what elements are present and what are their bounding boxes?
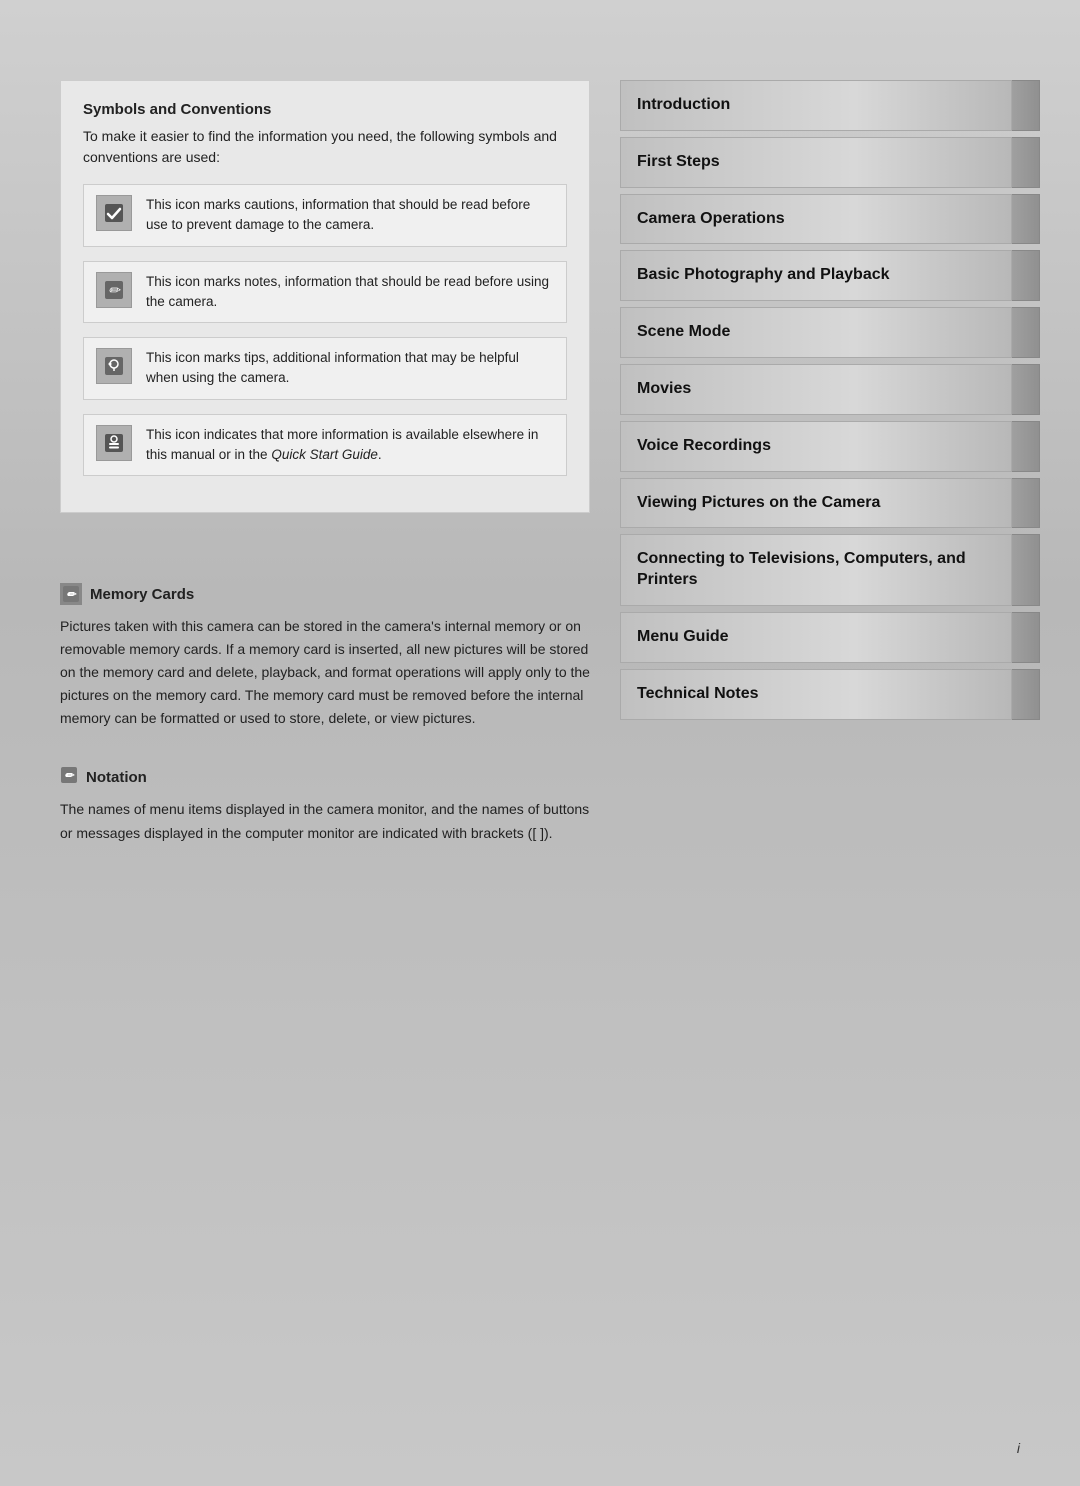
right-toc-column: Introduction First Steps Camera Operatio… — [620, 80, 1040, 1426]
notation-body: The names of menu items displayed in the… — [60, 798, 590, 844]
toc-item-voice-recordings[interactable]: Voice Recordings — [620, 421, 1040, 472]
toc-label-technical-notes: Technical Notes — [620, 669, 1012, 720]
symbols-title: Symbols and Conventions — [83, 101, 567, 118]
notation-heading: ✏ Notation — [60, 766, 590, 788]
toc-label-first-steps: First Steps — [620, 137, 1012, 188]
toc-item-scene-mode[interactable]: Scene Mode — [620, 307, 1040, 358]
notation-note-icon: ✏ — [60, 766, 78, 788]
toc-label-introduction: Introduction — [620, 80, 1012, 131]
toc-tab-connecting — [1012, 534, 1040, 606]
memory-heading-text: Memory Cards — [90, 586, 194, 603]
toc-item-technical-notes[interactable]: Technical Notes — [620, 669, 1040, 720]
tips-text: This icon marks tips, additional informa… — [146, 348, 554, 389]
notation-section: ✏ Notation The names of menu items displ… — [60, 766, 590, 844]
toc-tab-movies — [1012, 364, 1040, 415]
toc-tab-voice-recordings — [1012, 421, 1040, 472]
more-info-icon — [96, 425, 132, 461]
toc-item-viewing-pictures[interactable]: Viewing Pictures on the Camera — [620, 478, 1040, 529]
memory-section: ✏ Memory Cards Pictures taken with this … — [60, 583, 590, 730]
toc-label-viewing-pictures: Viewing Pictures on the Camera — [620, 478, 1012, 529]
toc-tab-technical-notes — [1012, 669, 1040, 720]
notation-heading-text: Notation — [86, 769, 147, 786]
memory-heading: ✏ Memory Cards — [60, 583, 590, 605]
caution-text: This icon marks cautions, information th… — [146, 195, 554, 236]
toc-tab-scene-mode — [1012, 307, 1040, 358]
note-icon: ✏ — [96, 272, 132, 308]
icon-row-caution: This icon marks cautions, information th… — [83, 184, 567, 247]
note-text: This icon marks notes, information that … — [146, 272, 554, 313]
more-info-text: This icon indicates that more informatio… — [146, 425, 554, 466]
symbols-desc: To make it easier to find the informatio… — [83, 126, 567, 168]
icon-row-tips: This icon marks tips, additional informa… — [83, 337, 567, 400]
tips-icon — [96, 348, 132, 384]
toc-tab-first-steps — [1012, 137, 1040, 188]
toc-tab-basic-photography — [1012, 250, 1040, 301]
memory-note-icon: ✏ — [60, 583, 82, 605]
toc-item-connecting[interactable]: Connecting to Televisions, Computers, an… — [620, 534, 1040, 606]
quick-start-guide-italic: Quick Start Guide — [271, 447, 378, 462]
toc-item-basic-photography[interactable]: Basic Photography and Playback — [620, 250, 1040, 301]
caution-icon — [96, 195, 132, 231]
toc-item-camera-operations[interactable]: Camera Operations — [620, 194, 1040, 245]
toc-label-basic-photography: Basic Photography and Playback — [620, 250, 1012, 301]
symbols-section: Symbols and Conventions To make it easie… — [60, 80, 590, 513]
page-number: i — [1017, 1440, 1020, 1456]
left-column: Symbols and Conventions To make it easie… — [60, 80, 590, 1426]
memory-body: Pictures taken with this camera can be s… — [60, 615, 590, 730]
toc-label-movies: Movies — [620, 364, 1012, 415]
toc-item-menu-guide[interactable]: Menu Guide — [620, 612, 1040, 663]
toc-item-movies[interactable]: Movies — [620, 364, 1040, 415]
toc-label-voice-recordings: Voice Recordings — [620, 421, 1012, 472]
icon-row-more-info: This icon indicates that more informatio… — [83, 414, 567, 477]
toc-tab-introduction — [1012, 80, 1040, 131]
toc-label-camera-operations: Camera Operations — [620, 194, 1012, 245]
toc-label-connecting: Connecting to Televisions, Computers, an… — [620, 534, 1012, 606]
icon-row-note: ✏ This icon marks notes, information tha… — [83, 261, 567, 324]
toc-item-introduction[interactable]: Introduction — [620, 80, 1040, 131]
toc-label-menu-guide: Menu Guide — [620, 612, 1012, 663]
toc-tab-camera-operations — [1012, 194, 1040, 245]
toc-label-scene-mode: Scene Mode — [620, 307, 1012, 358]
page-layout: Symbols and Conventions To make it easie… — [0, 0, 1080, 1486]
toc-tab-viewing-pictures — [1012, 478, 1040, 529]
toc-tab-menu-guide — [1012, 612, 1040, 663]
toc-item-first-steps[interactable]: First Steps — [620, 137, 1040, 188]
svg-text:✏: ✏ — [108, 284, 121, 299]
